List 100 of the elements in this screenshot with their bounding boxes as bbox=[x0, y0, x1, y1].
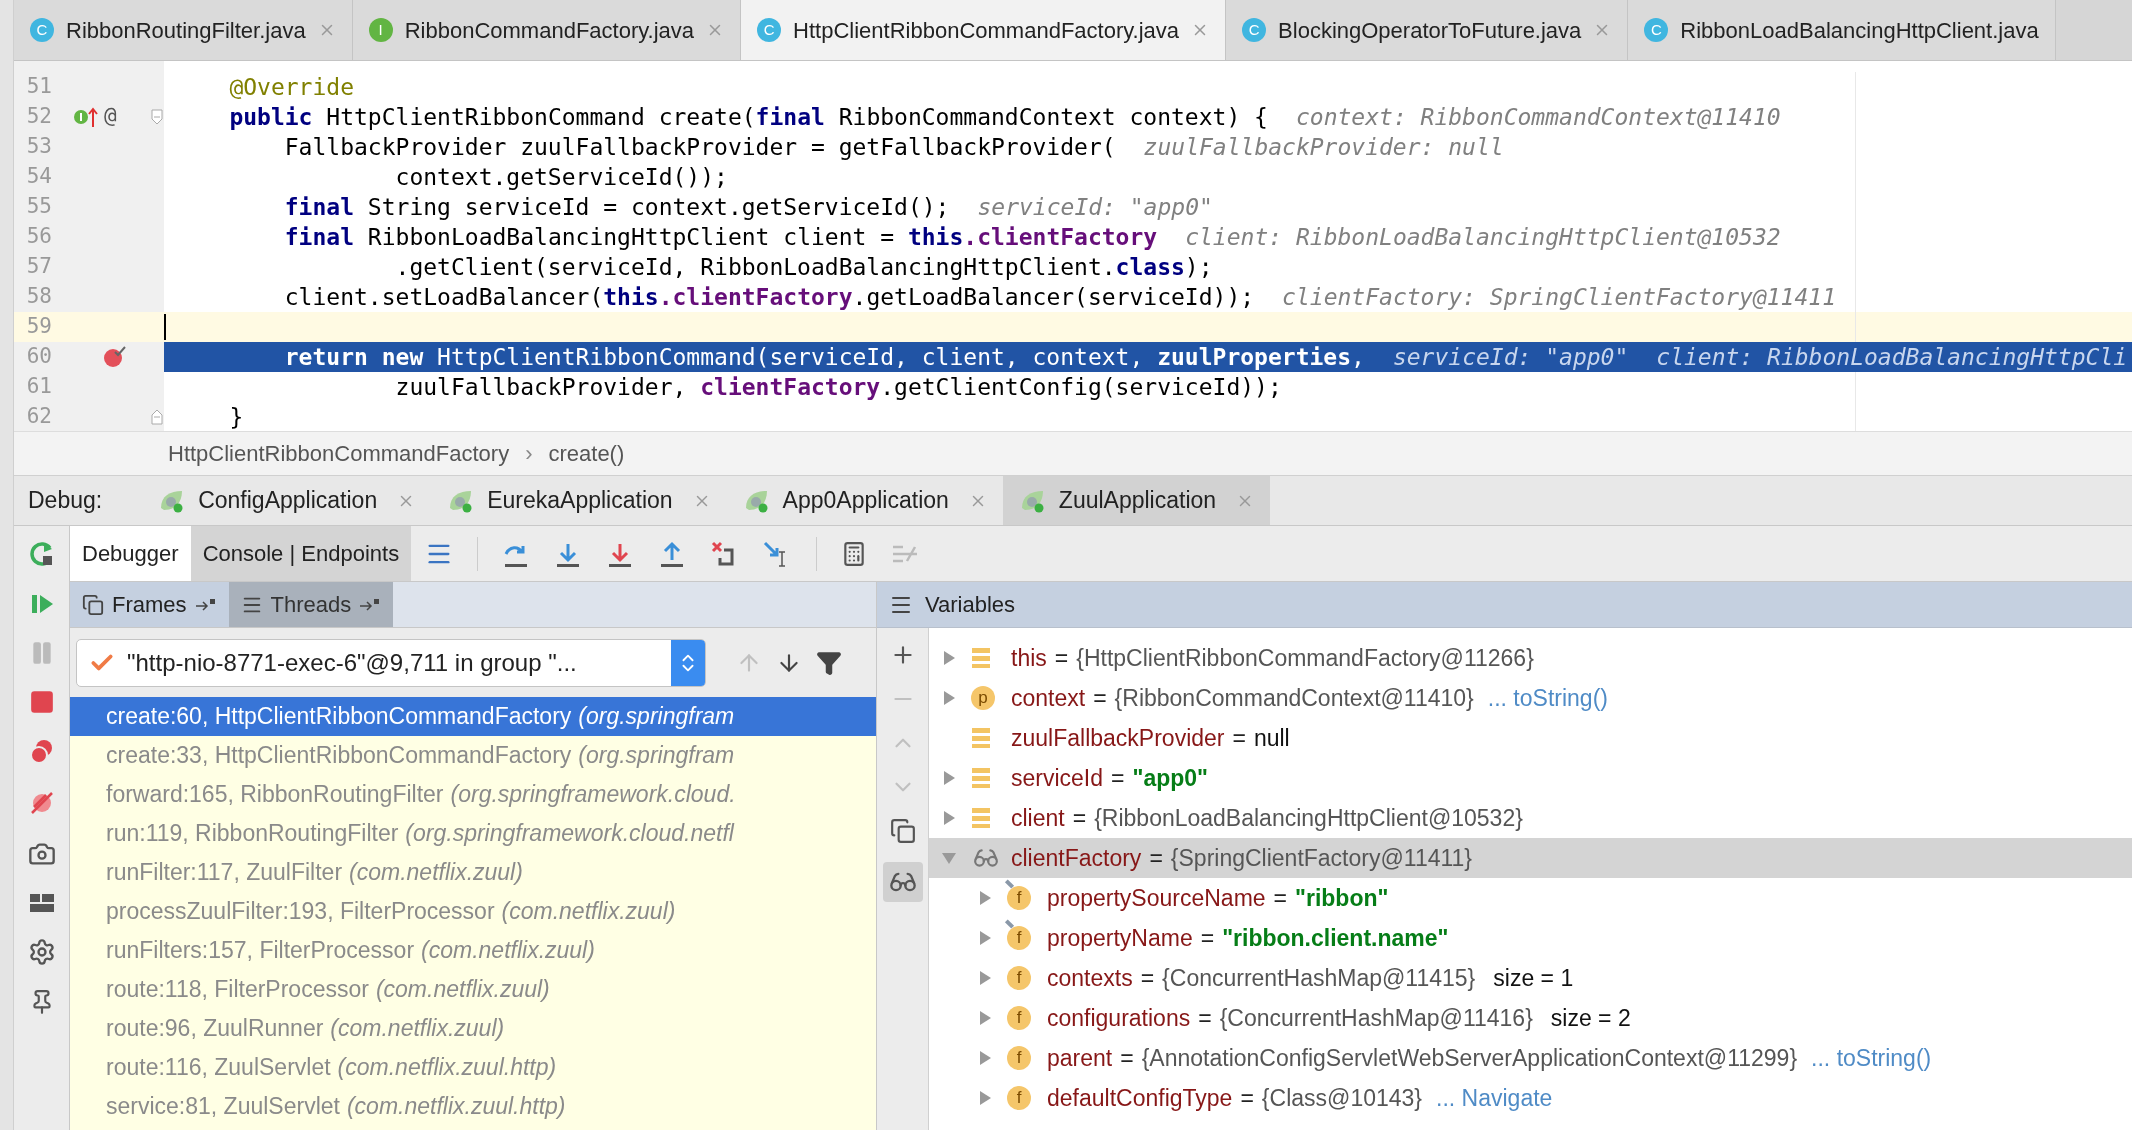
variable-name: zuulFallbackProvider bbox=[1011, 723, 1225, 753]
thread-dropdown[interactable]: "http-nio-8771-exec-6"@9,711 in group "... bbox=[76, 638, 706, 687]
size-label: size = 1 bbox=[1493, 963, 1574, 993]
restore-arrow-icon[interactable] bbox=[359, 597, 382, 612]
expand-arrow-icon[interactable] bbox=[977, 930, 993, 946]
variable-row[interactable]: f propertyName = "ribbon.client.name" bbox=[929, 918, 2132, 958]
breadcrumb-item[interactable]: create() bbox=[548, 437, 625, 470]
variable-row[interactable]: this = {HttpClientRibbonCommandFactory@11266} bbox=[929, 638, 2132, 678]
expand-arrow-icon[interactable] bbox=[977, 1090, 993, 1106]
line-number: 57 bbox=[25, 253, 52, 281]
variable-row[interactable]: serviceId = "app0" bbox=[929, 758, 2132, 798]
variable-name: configurations bbox=[1047, 1003, 1191, 1033]
class-icon: C bbox=[757, 18, 782, 42]
variable-row[interactable]: client = {RibbonLoadBalancingHttpClient@10532} bbox=[929, 798, 2132, 838]
debug-session-tab[interactable]: App0Application bbox=[726, 476, 1003, 525]
code-line: FallbackProvider zuulFallbackProvider = getFallbackProvider( bbox=[283, 132, 1116, 162]
variable-row[interactable]: f configurations = {ConcurrentHashMap@11416} size = 2 bbox=[929, 998, 2132, 1038]
line-number: 60 bbox=[25, 343, 52, 371]
variable-value: {ConcurrentHashMap@11415} bbox=[1162, 963, 1476, 993]
settings-icon[interactable] bbox=[27, 938, 56, 966]
interface-icon: I bbox=[368, 18, 393, 42]
expand-arrow-icon[interactable] bbox=[941, 810, 957, 826]
variable-row[interactable]: f defaultConfigType = {Class@10143} ... Navigate bbox=[929, 1078, 2132, 1118]
collapse-arrow-icon[interactable] bbox=[941, 850, 957, 866]
variable-name: parent bbox=[1047, 1043, 1113, 1073]
breakpoint-icon[interactable] bbox=[102, 345, 128, 369]
expand-arrow-icon[interactable] bbox=[941, 650, 957, 666]
editor-tab[interactable]: C RibbonRoutingFilter.java bbox=[14, 0, 353, 60]
equals-sign: = bbox=[1054, 643, 1069, 673]
duplicate-icon[interactable] bbox=[889, 818, 916, 844]
stop-icon[interactable] bbox=[28, 689, 55, 715]
equals-sign: = bbox=[1111, 763, 1125, 793]
fold-start-icon[interactable] bbox=[151, 109, 163, 125]
field-icon: f bbox=[1007, 966, 1031, 990]
restore-arrow-icon[interactable] bbox=[194, 597, 217, 612]
expand-arrow-icon[interactable] bbox=[941, 770, 957, 786]
expand-arrow-icon[interactable] bbox=[977, 970, 993, 986]
filter-icon[interactable] bbox=[816, 649, 842, 676]
variable-link[interactable]: ... Navigate bbox=[1436, 1080, 1553, 1116]
variable-value: null bbox=[1253, 723, 1290, 753]
code-line: @Override bbox=[228, 72, 354, 102]
variable-link[interactable]: ... toString() bbox=[1811, 1040, 1932, 1076]
editor-tab[interactable]: I RibbonCommandFactory.java bbox=[352, 0, 742, 60]
code-line: final RibbonLoadBalancingHttpClient client = this.clientFactory bbox=[283, 222, 1158, 252]
expand-arrow-icon[interactable] bbox=[977, 890, 993, 906]
code-line: } bbox=[228, 402, 244, 431]
equals-sign: = bbox=[1198, 1003, 1212, 1033]
variable-row[interactable]: zuulFallbackProvider = null bbox=[929, 718, 2132, 758]
annotation-marker[interactable]: @ bbox=[104, 101, 117, 133]
debugger-tab[interactable]: Console | Endpoints bbox=[190, 526, 412, 581]
size-label: size = 2 bbox=[1550, 1003, 1631, 1033]
panel-tab[interactable]: Threads bbox=[228, 582, 394, 627]
debug-session-tab[interactable]: ZuulApplication bbox=[1002, 476, 1271, 525]
equals-sign: = bbox=[1072, 803, 1087, 833]
inline-value-hint: context: RibbonCommandContext@11410 bbox=[1295, 102, 1781, 132]
inline-value-hint: serviceId: "app0" bbox=[1392, 342, 1629, 372]
variable-value: {ConcurrentHashMap@11416} bbox=[1219, 1003, 1533, 1033]
variable-row[interactable]: f parent = {AnnotationConfigServletWebServerApplicationContext@11299} ... toString() bbox=[929, 1038, 2132, 1078]
variable-row[interactable]: f propertySourceName = "ribbon" bbox=[929, 878, 2132, 918]
variable-value: {HttpClientRibbonCommandFactory@11266} bbox=[1076, 643, 1534, 673]
equals-sign: = bbox=[1093, 683, 1107, 713]
variable-name: clientFactory bbox=[1011, 843, 1142, 873]
variable-name: contexts bbox=[1047, 963, 1133, 993]
stack-frame[interactable]: create:60, HttpClientRibbonCommandFactory (org.springfram bbox=[70, 697, 876, 736]
code-line: return new HttpClientRibbonCommand(serviceId, client, context, zuulProperties, bbox=[283, 342, 1365, 372]
code-line: final String serviceId = context.getServiceId(); bbox=[283, 192, 950, 222]
variable-name: propertyName bbox=[1047, 923, 1193, 953]
variable-row[interactable]: f contexts = {ConcurrentHashMap@11415} size = 1 bbox=[929, 958, 2132, 998]
debugger-tab[interactable]: Debugger bbox=[70, 526, 191, 581]
expand-arrow-icon[interactable] bbox=[941, 690, 957, 706]
equals-sign: = bbox=[1200, 923, 1215, 953]
editor-tab[interactable]: C RibbonLoadBalancingHttpClient.java bbox=[1628, 0, 2056, 60]
field-icon: f bbox=[1007, 926, 1031, 950]
equals-sign: = bbox=[1240, 1083, 1254, 1113]
watches-toggle[interactable] bbox=[882, 862, 923, 902]
variable-name: propertySourceName bbox=[1047, 883, 1266, 913]
fold-end-icon[interactable] bbox=[151, 409, 163, 425]
variable-value: {Class@10143} bbox=[1261, 1083, 1423, 1113]
variable-value: {RibbonCommandContext@11410} bbox=[1114, 683, 1474, 713]
breadcrumb-item[interactable]: HttpClientRibbonCommandFactory bbox=[168, 437, 510, 470]
expand-arrow-icon[interactable] bbox=[977, 1050, 993, 1066]
expand-arrow-icon[interactable] bbox=[977, 1010, 993, 1026]
panel-tab[interactable]: Frames bbox=[70, 582, 229, 627]
variable-link[interactable]: ... toString() bbox=[1487, 680, 1608, 716]
line-number: 56 bbox=[25, 223, 52, 251]
variable-value: {SpringClientFactory@11411} bbox=[1170, 843, 1473, 873]
panel-title: Variables bbox=[925, 591, 1016, 619]
layout-icon[interactable] bbox=[27, 891, 56, 915]
editor-tab[interactable]: C BlockingOperatorToFuture.java bbox=[1226, 0, 1629, 60]
debug-session-tab[interactable]: EurekaApplication bbox=[431, 476, 727, 525]
implements-icon[interactable] bbox=[72, 105, 100, 129]
line-number: 59 bbox=[25, 313, 52, 341]
variable-value: "ribbon" bbox=[1295, 883, 1389, 913]
class-icon: C bbox=[1242, 18, 1267, 42]
variable-value: {AnnotationConfigServletWebServerApplicationContext@11299} bbox=[1141, 1043, 1798, 1073]
editor-tab[interactable]: C HttpClientRibbonCommandFactory.java bbox=[741, 0, 1227, 60]
debug-session-tab[interactable]: ConfigApplication bbox=[142, 476, 432, 525]
variable-row[interactable]: p context = {RibbonCommandContext@11410} ... toString() bbox=[929, 678, 2132, 718]
variable-value: {RibbonLoadBalancingHttpClient@10532} bbox=[1094, 803, 1523, 833]
variable-row[interactable]: clientFactory = {SpringClientFactory@11411} bbox=[929, 838, 2132, 878]
